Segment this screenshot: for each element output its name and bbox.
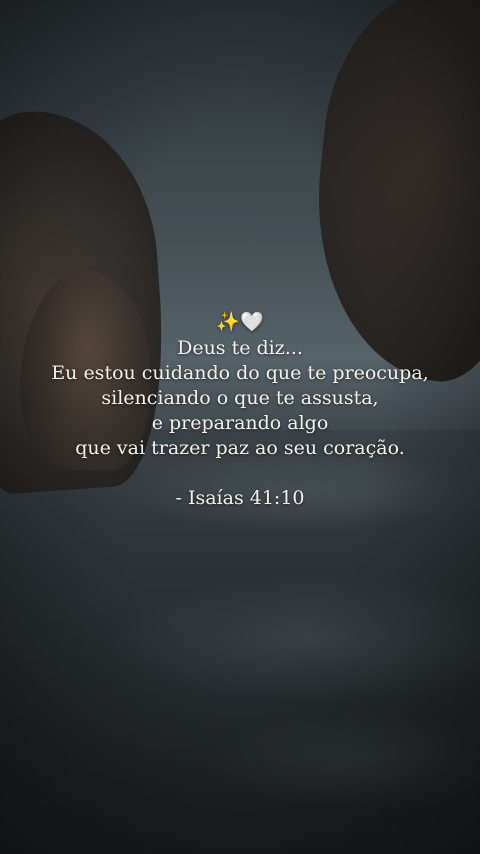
background-photo: ✨🤍 Deus te diz... Eu estou cuidando do q…	[0, 0, 480, 854]
quote-line: Deus te diz...	[177, 337, 303, 359]
quote-line: Eu estou cuidando do que te preocupa,	[51, 362, 429, 384]
quote-line: silenciando o que te assusta,	[101, 387, 379, 409]
quote-block: ✨🤍 Deus te diz... Eu estou cuidando do q…	[0, 308, 480, 511]
quote-line: e preparando algo	[151, 412, 329, 434]
sparkle-heart-emoji: ✨🤍	[216, 311, 264, 333]
verse-reference: - Isaías 41:10	[175, 487, 305, 509]
quote-line: que vai trazer paz ao seu coração.	[75, 437, 405, 459]
